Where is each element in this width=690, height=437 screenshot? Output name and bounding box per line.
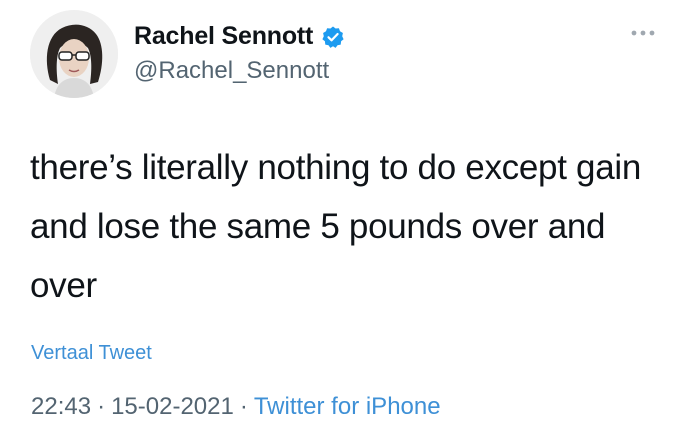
tweet-date[interactable]: 15-02-2021 <box>111 393 234 420</box>
tweet-metadata: 22:43 · 15-02-2021 · Twitter for iPhone <box>31 393 441 421</box>
translate-tweet-link[interactable]: Vertaal Tweet <box>31 342 152 365</box>
tweet[interactable]: Rachel Sennott @Rachel_Sennott there’s l… <box>0 0 690 437</box>
author-name-row: Rachel Sennott <box>134 22 345 51</box>
more-dots-icon[interactable] <box>630 28 656 38</box>
meta-separator: · <box>97 393 106 420</box>
verified-badge-icon <box>322 26 344 48</box>
tweet-text: there’s literally nothing to do except g… <box>30 148 642 305</box>
meta-separator: · <box>239 393 248 420</box>
tweet-time[interactable]: 22:43 <box>31 393 91 420</box>
avatar[interactable] <box>30 10 118 98</box>
author-display-name[interactable]: Rachel Sennott <box>134 22 313 51</box>
author-handle[interactable]: @Rachel_Sennott <box>134 57 329 85</box>
tweet-source-link[interactable]: Twitter for iPhone <box>254 393 441 420</box>
profile-photo-icon <box>30 10 118 98</box>
